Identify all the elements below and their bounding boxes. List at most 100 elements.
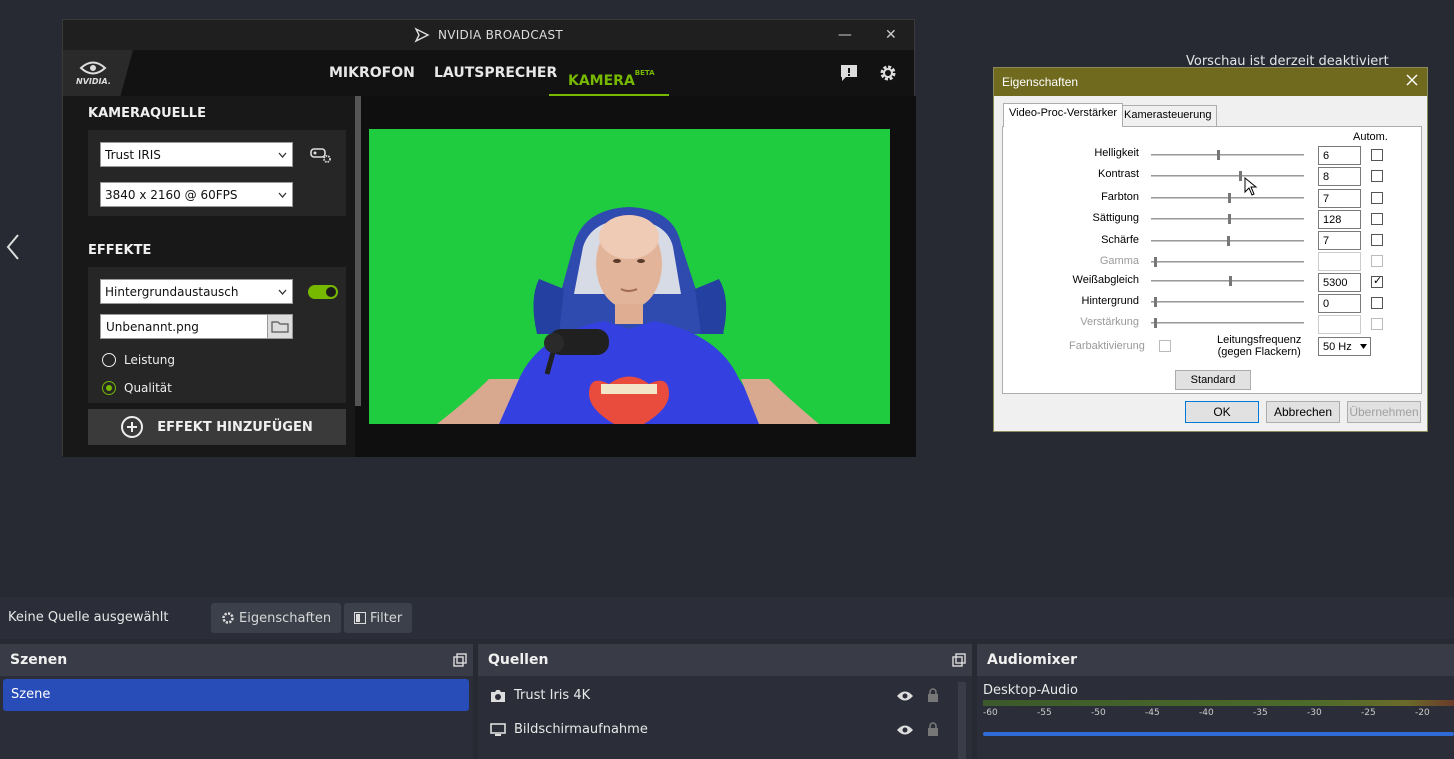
browse-button[interactable] (267, 315, 292, 338)
auto-checkbox-helligkeit[interactable] (1371, 149, 1383, 161)
minimize-button[interactable]: — (822, 20, 868, 50)
dialog-title: Eigenschaften (1002, 75, 1079, 89)
source-item-bildschirmaufnahme[interactable]: Bildschirmaufnahme (490, 722, 648, 737)
settings-column: KAMERAQUELLE Trust IRIS 3840 x 2160 @ 60… (63, 96, 355, 457)
scrollbar[interactable] (355, 96, 361, 406)
volume-slider[interactable] (983, 732, 1454, 736)
slider-thumb (1154, 257, 1157, 267)
slider-helligkeit[interactable] (1151, 150, 1304, 160)
settings-gear-icon[interactable] (878, 63, 898, 83)
meter-tick: -45 (1145, 708, 1160, 718)
tab-video-proc[interactable]: Video-Proc-Verstärker (1003, 103, 1124, 127)
value-helligkeit[interactable]: 6 (1318, 146, 1361, 165)
properties-button[interactable]: Eigenschaften (211, 603, 342, 633)
undock-icon[interactable] (453, 653, 467, 667)
slider-hintergrund[interactable] (1151, 297, 1304, 307)
value-weissabgleich[interactable]: 5300 (1318, 273, 1361, 292)
eye-icon[interactable] (896, 690, 914, 702)
slider-thumb[interactable] (1228, 193, 1231, 203)
camera-source-heading: KAMERAQUELLE (88, 106, 206, 121)
audio-mixer-title: Audiomixer (987, 652, 1078, 668)
eye-icon[interactable] (896, 724, 914, 736)
slider-thumb[interactable] (1239, 171, 1242, 181)
feedback-icon[interactable] (839, 63, 859, 83)
close-icon[interactable] (1405, 73, 1419, 87)
powerline-frequency-value: 50 Hz (1323, 341, 1352, 353)
slider-saettigung[interactable] (1151, 214, 1304, 224)
camera-settings-icon[interactable] (310, 146, 332, 164)
add-effect-button[interactable]: EFFEKT HINZUFÜGEN (88, 409, 346, 445)
slider-thumb[interactable] (1154, 297, 1157, 307)
slider-thumb[interactable] (1217, 150, 1220, 160)
slider-weissabgleich[interactable] (1151, 276, 1304, 286)
filter-icon (354, 612, 366, 624)
slider-farbton[interactable] (1151, 193, 1304, 203)
tab-kamera-label: KAMERA (568, 73, 635, 89)
slider-thumb[interactable] (1229, 276, 1232, 286)
value-kontrast[interactable]: 8 (1318, 167, 1361, 186)
value-verstaerkung (1318, 315, 1361, 334)
title-bar[interactable]: NVIDIA BROADCAST — ✕ (63, 20, 914, 50)
label-verstaerkung: Verstärkung (1080, 316, 1139, 328)
value-schaerfe[interactable]: 7 (1318, 231, 1361, 250)
ok-button[interactable]: OK (1185, 401, 1259, 423)
resolution-select-value: 3840 x 2160 @ 60FPS (105, 188, 238, 202)
meter-tick: -20 (1415, 708, 1430, 718)
resolution-select[interactable]: 3840 x 2160 @ 60FPS (100, 182, 293, 207)
value-farbton[interactable]: 7 (1318, 189, 1361, 208)
source-item-trust-iris[interactable]: Trust Iris 4K (490, 688, 590, 703)
value-saettigung[interactable]: 128 (1318, 210, 1361, 229)
auto-checkbox-hintergrund[interactable] (1371, 297, 1383, 309)
tab-lautsprecher[interactable]: LAUTSPRECHER (434, 50, 557, 96)
cancel-button[interactable]: Abbrechen (1266, 401, 1340, 423)
camera-select-value: Trust IRIS (105, 148, 161, 162)
auto-checkbox-kontrast[interactable] (1371, 170, 1383, 182)
tab-kamerasteuerung[interactable]: Kamerasteuerung (1118, 105, 1218, 126)
nav-bar: NVIDIA. MIKROFON LAUTSPRECHER KAMERABETA (63, 50, 914, 96)
chevron-left-icon[interactable] (5, 232, 21, 262)
lock-icon[interactable] (927, 722, 939, 737)
slider-thumb[interactable] (1227, 236, 1230, 246)
radio-leistung[interactable]: Leistung (102, 353, 175, 367)
slider-kontrast[interactable] (1151, 171, 1304, 181)
meter-tick: -25 (1361, 708, 1376, 718)
slider-schaerfe[interactable] (1151, 236, 1304, 246)
powerline-frequency-select[interactable]: 50 Hz (1318, 337, 1371, 356)
auto-checkbox-schaerfe[interactable] (1371, 234, 1383, 246)
label-saettigung: Sättigung (1092, 212, 1139, 224)
slider-thumb[interactable] (1228, 214, 1231, 224)
auto-checkbox-farbton[interactable] (1371, 192, 1383, 204)
tab-mikrofon[interactable]: MIKROFON (329, 50, 415, 96)
sources-scrollbar[interactable] (958, 682, 966, 759)
sources-header: Quellen (478, 644, 972, 676)
audio-mixer-header: Audiomixer (977, 644, 1454, 676)
nvidia-broadcast-window: NVIDIA BROADCAST — ✕ NVIDIA. MIKROFON LA… (62, 19, 916, 457)
auto-checkbox-saettigung[interactable] (1371, 213, 1383, 225)
chevron-down-icon (278, 192, 287, 198)
scene-item[interactable]: Szene (3, 679, 469, 711)
chevron-down-icon (278, 152, 287, 158)
toggle-knob (326, 287, 336, 297)
broadcast-logo-icon (414, 27, 430, 43)
close-button[interactable]: ✕ (868, 20, 914, 50)
tab-kamera[interactable]: KAMERABETA (549, 50, 669, 96)
effect-toggle[interactable] (308, 285, 338, 299)
source-label: Bildschirmaufnahme (514, 722, 648, 737)
filter-button[interactable]: Filter (344, 603, 413, 633)
camera-select[interactable]: Trust IRIS (100, 142, 293, 167)
radio-qualitaet[interactable]: Qualität (102, 381, 172, 395)
scenes-dock: Szenen Szene (0, 644, 473, 759)
radio-leistung-label: Leistung (124, 353, 175, 367)
video-proc-page: Autom. Helligkeit 6 Kontrast 8 Farbton 7… (1002, 126, 1422, 394)
auto-checkbox-weissabgleich[interactable] (1371, 274, 1383, 288)
meter-tick: -40 (1199, 708, 1214, 718)
value-hintergrund[interactable]: 0 (1318, 294, 1361, 313)
background-file-field[interactable]: Unbenannt.png (100, 314, 293, 339)
dialog-title-bar[interactable]: Eigenschaften (994, 68, 1427, 96)
effect-select[interactable]: Hintergrundaustausch (100, 279, 293, 304)
standard-button[interactable]: Standard (1175, 370, 1251, 390)
undock-icon[interactable] (952, 653, 966, 667)
lock-icon[interactable] (927, 688, 939, 703)
radio-dot (102, 353, 116, 367)
sources-title: Quellen (488, 652, 549, 668)
